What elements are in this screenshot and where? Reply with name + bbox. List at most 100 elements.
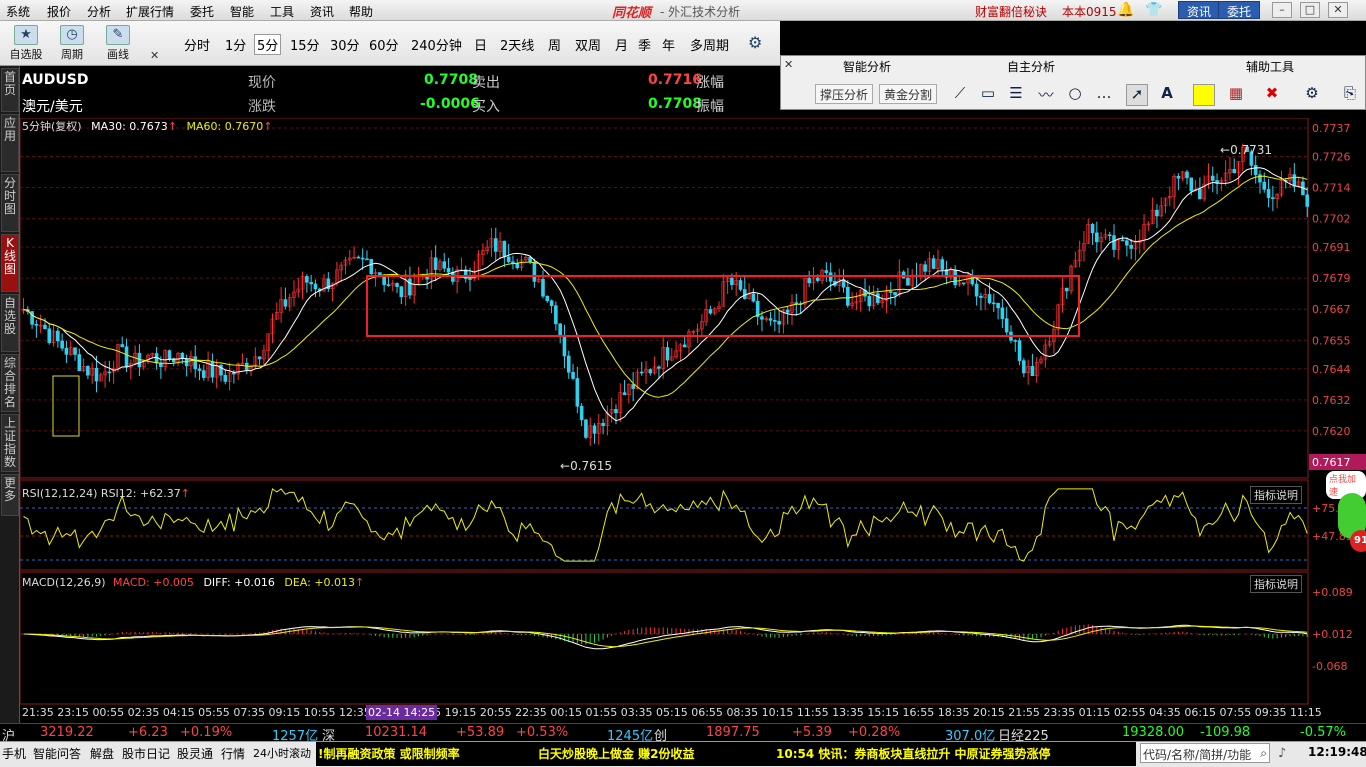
color-swatch-icon[interactable] xyxy=(1193,84,1215,106)
period-quarter[interactable]: 季 xyxy=(638,35,651,54)
pointer-icon[interactable]: ➚ xyxy=(1126,84,1148,106)
y-tick: 0.7679 xyxy=(1312,272,1351,285)
candle-body xyxy=(631,384,635,389)
candle-body xyxy=(1004,318,1009,333)
diary-link[interactable]: 股市日记 xyxy=(122,745,170,762)
tab-timeshare[interactable]: 分时图 xyxy=(1,174,19,232)
promo-link-2[interactable]: 本本0915 xyxy=(1062,3,1117,20)
ma60-line xyxy=(23,175,1308,398)
period-60m[interactable]: 60分 xyxy=(369,35,399,54)
delete-icon[interactable]: ✖ xyxy=(1261,84,1283,106)
period-day[interactable]: 日 xyxy=(474,35,487,54)
tab-index[interactable]: 上证指数 xyxy=(1,414,19,472)
speed-badge[interactable]: 91 xyxy=(1350,530,1366,552)
gear-icon[interactable]: ⚙ xyxy=(748,33,762,52)
settings-icon[interactable]: ⚙ xyxy=(1301,84,1323,106)
trade-button[interactable]: 委托 xyxy=(1218,1,1261,19)
watchlist-button[interactable]: ★ 自选股 xyxy=(6,23,46,65)
close-icon[interactable]: ✕ xyxy=(784,58,793,71)
stock-spirit-link[interactable]: 股灵通 xyxy=(177,745,213,762)
candle-body xyxy=(906,277,910,286)
period-2day[interactable]: 2天线 xyxy=(500,35,534,54)
support-analysis-button[interactable]: 撑压分析 xyxy=(815,84,874,104)
diff-value: DIFF: +0.016 xyxy=(203,576,275,589)
pencil-icon: ✎ xyxy=(106,25,130,45)
search-icon[interactable]: ⌕ xyxy=(1260,746,1267,761)
menu-analysis[interactable]: 分析 xyxy=(87,3,111,20)
tab-ranking[interactable]: 综合排名 xyxy=(1,354,19,412)
x-tick: 09:35 xyxy=(1255,706,1287,719)
tab-home[interactable]: 首页 xyxy=(1,68,19,112)
close-icon[interactable]: ✕ xyxy=(150,49,162,62)
tab-kline[interactable]: K线图 xyxy=(1,234,19,292)
tab-more[interactable]: 更多 xyxy=(1,474,19,516)
text-box-icon[interactable]: ☰ xyxy=(1005,84,1027,106)
search-input[interactable]: 代码/名称/简拼/功能 ⌕ xyxy=(1140,743,1270,763)
x-tick: 21:35 xyxy=(22,706,54,719)
maximize-icon[interactable]: □ xyxy=(1300,2,1320,18)
menu-smart[interactable]: 智能 xyxy=(230,3,254,20)
tab-watchlist[interactable]: 自选股 xyxy=(1,294,19,352)
candle-body xyxy=(1189,177,1194,192)
y-axis-ticks: 0.7737 0.7726 0.7714 0.7702 0.7691 0.7679 0.76… xyxy=(1312,122,1353,673)
indicator-help-macd[interactable]: 指标说明 xyxy=(1250,575,1302,593)
fill-icon[interactable]: ▦ xyxy=(1225,84,1247,106)
market-link[interactable]: 行情 xyxy=(221,745,245,762)
export-icon[interactable]: ⎘ xyxy=(1339,84,1361,106)
promo-link[interactable]: 财富翻倍秘诀 xyxy=(975,3,1047,20)
candle-body xyxy=(1266,189,1271,198)
menu-help[interactable]: 帮助 xyxy=(349,3,373,20)
more-icon[interactable]: … xyxy=(1093,84,1115,106)
wave-tool-icon[interactable]: 〰 xyxy=(1035,84,1057,106)
period-week[interactable]: 周 xyxy=(548,35,561,54)
period-year[interactable]: 年 xyxy=(662,35,675,54)
period-multi[interactable]: 多周期 xyxy=(690,35,729,54)
menu-news[interactable]: 资讯 xyxy=(310,3,334,20)
candle-body xyxy=(1305,194,1310,207)
news-item-1[interactable]: !制再融资政策 或限制频率 xyxy=(318,745,460,762)
candle-body xyxy=(94,367,99,382)
period-button[interactable]: ◷ 周期 xyxy=(52,23,92,65)
rolling-news-link[interactable]: 24小时滚动 xyxy=(253,745,311,761)
tab-apps[interactable]: 应用 xyxy=(1,114,19,172)
bell-icon[interactable]: 🔔 xyxy=(1117,2,1134,18)
draw-button[interactable]: ✎ 画线 xyxy=(98,23,138,65)
golden-section-button[interactable]: 黄金分割 xyxy=(879,84,938,104)
period-240m[interactable]: 240分钟 xyxy=(411,35,462,54)
menu-system[interactable]: 系统 xyxy=(6,3,30,20)
kline-chart[interactable]: 0.7737 0.7726 0.7714 0.7702 0.7691 0.7679 0.76… xyxy=(19,117,1366,730)
close-icon[interactable]: ✕ xyxy=(1328,2,1348,18)
rect-tool-icon[interactable]: ▭ xyxy=(977,84,999,106)
circle-tool-icon[interactable]: ○ xyxy=(1064,84,1086,106)
period-month[interactable]: 月 xyxy=(615,35,628,54)
line-tool-icon[interactable]: ⟋ xyxy=(949,84,971,106)
period-30m[interactable]: 30分 xyxy=(330,35,360,54)
font-icon[interactable]: A xyxy=(1156,84,1178,106)
shirt-icon[interactable]: 👕 xyxy=(1145,2,1162,18)
period-1m[interactable]: 1分 xyxy=(225,35,246,54)
period-15m[interactable]: 15分 xyxy=(290,35,320,54)
candle-body xyxy=(738,280,743,290)
mobile-link[interactable]: 手机 xyxy=(2,745,26,762)
commentary-link[interactable]: 解盘 xyxy=(90,745,114,762)
period-timeshare[interactable]: 分时 xyxy=(184,35,210,54)
news-button[interactable]: 资讯 xyxy=(1178,1,1221,19)
menu-tools[interactable]: 工具 xyxy=(270,3,294,20)
minimize-icon[interactable]: – xyxy=(1272,2,1292,18)
menu-quote[interactable]: 报价 xyxy=(47,3,71,20)
news-item-2[interactable]: 白天炒股晚上做金 赚2份收益 xyxy=(538,745,695,762)
menu-trade[interactable]: 委托 xyxy=(190,3,214,20)
candle-body xyxy=(56,330,60,342)
candle-body xyxy=(846,286,850,306)
nk-value: 19328.00 xyxy=(1122,725,1185,740)
macd-tick: +0.012 xyxy=(1312,628,1353,641)
indicator-help-rsi[interactable]: 指标说明 xyxy=(1250,486,1302,504)
volume-icon[interactable]: ♪ xyxy=(1278,746,1286,761)
menu-extended[interactable]: 扩展行情 xyxy=(126,3,174,20)
period-2week[interactable]: 双周 xyxy=(575,35,601,54)
news-item-3[interactable]: 10:54 快讯：券商板块直线拉升 中原证券强势涨停 xyxy=(776,745,1051,762)
period-5m[interactable]: 5分 xyxy=(254,34,282,55)
qa-link[interactable]: 智能问答 xyxy=(33,745,81,762)
x-tick: 01:55 xyxy=(586,706,618,719)
chart-svg[interactable]: 0.7737 0.7726 0.7714 0.7702 0.7691 0.7679 0.76… xyxy=(19,117,1366,730)
